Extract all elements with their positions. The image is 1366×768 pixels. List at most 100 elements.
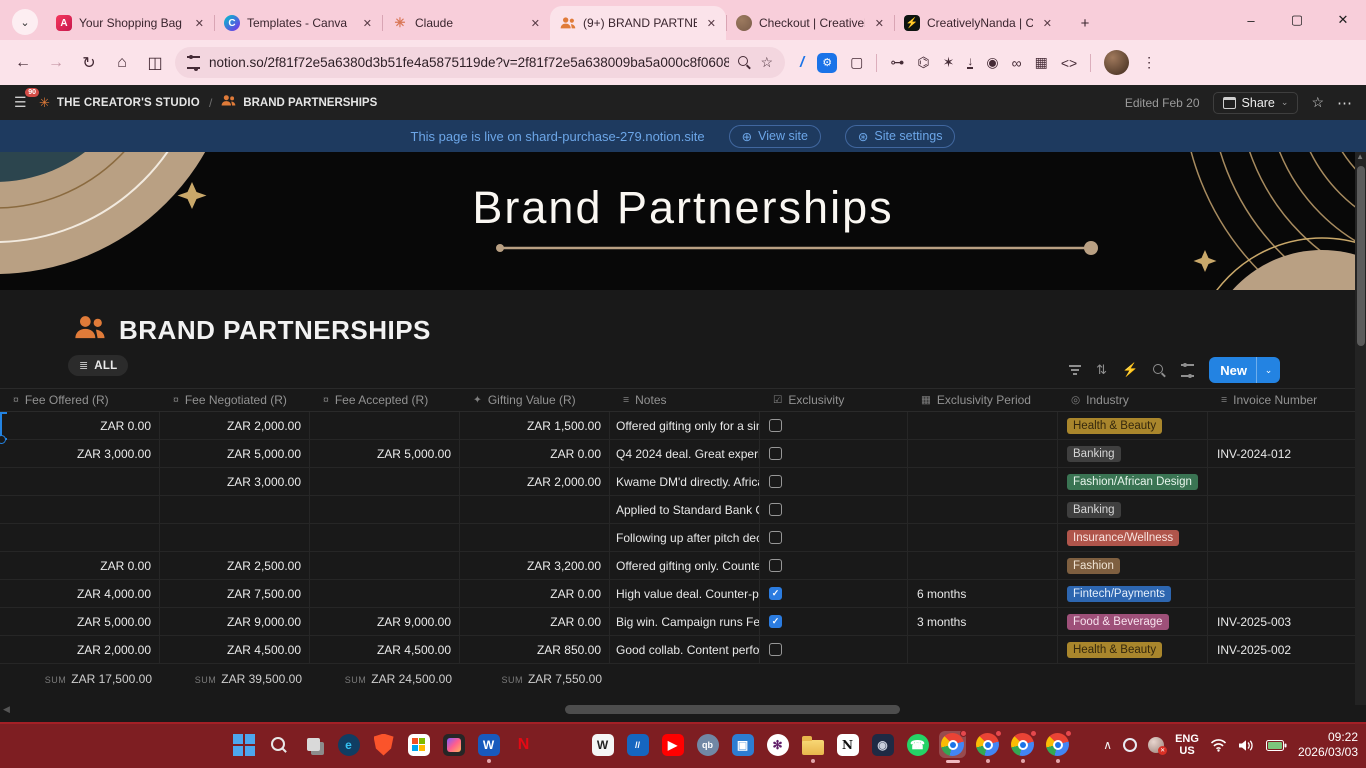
cell-fee-negotiated[interactable]: ZAR 5,000.00 [160, 440, 310, 467]
cell-fee-accepted[interactable] [310, 580, 460, 607]
start-button[interactable] [230, 731, 257, 758]
industry-tag[interactable]: Fashion [1067, 557, 1120, 574]
chrome-profile-3-icon[interactable] [1044, 730, 1072, 763]
cell-gifting[interactable]: ZAR 0.00 [460, 608, 610, 635]
site-settings-button[interactable]: ⊛ Site settings [844, 124, 956, 148]
home-button[interactable]: ⌂ [109, 54, 135, 72]
close-tab-icon[interactable]: ✕ [872, 16, 887, 31]
tab-templates-canva[interactable]: C Templates - Canva ✕ [214, 6, 382, 40]
close-button[interactable]: ✕ [1320, 0, 1366, 40]
minimize-button[interactable]: – [1228, 0, 1274, 40]
cell-exclusivity-period[interactable]: 3 months [908, 608, 1058, 635]
view-site-button[interactable]: ⊕ View site [728, 124, 821, 148]
browser-menu-icon[interactable]: ⋮ [1142, 54, 1156, 71]
cell-fee-offered[interactable]: ZAR 5,000.00 [0, 608, 160, 635]
cell-invoice-number[interactable]: INV-2025-002 [1208, 636, 1366, 663]
sum-cell[interactable]: SUM ZAR 17,500.00 [0, 672, 160, 696]
cell-notes[interactable]: Big win. Campaign runs Feb-Ap [610, 608, 760, 635]
cell-fee-negotiated[interactable]: ZAR 2,000.00 [160, 412, 310, 439]
filter-icon[interactable] [1068, 365, 1081, 375]
close-tab-icon[interactable]: ✕ [528, 16, 543, 31]
exclusivity-checkbox[interactable] [769, 447, 782, 460]
chrome-profile-2-icon[interactable] [1009, 730, 1037, 763]
cell-exclusivity[interactable] [760, 496, 908, 523]
cell-fee-negotiated[interactable]: ZAR 3,000.00 [160, 468, 310, 495]
breadcrumb-page[interactable]: BRAND PARTNERSHIPS [243, 97, 377, 109]
new-tab-button[interactable]: + [1072, 15, 1098, 32]
exclusivity-checkbox[interactable] [769, 643, 782, 656]
column-header[interactable]: ◎ Industry [1058, 389, 1208, 411]
cell-gifting[interactable] [460, 524, 610, 551]
gear-extension-icon[interactable]: ⚙ [817, 52, 838, 73]
sum-cell[interactable]: SUM ZAR 24,500.00 [310, 672, 460, 696]
cell-notes[interactable]: Offered gifting only for a single [610, 412, 760, 439]
battery-icon[interactable] [1265, 739, 1287, 751]
cell-exclusivity[interactable] [760, 412, 908, 439]
maximize-button[interactable]: ▢ [1274, 0, 1320, 40]
column-header[interactable]: ▦ Exclusivity Period [908, 389, 1058, 411]
search-lens-icon[interactable] [738, 56, 751, 69]
view-settings-icon[interactable] [1181, 362, 1195, 378]
sparkle-star-icon[interactable]: ✶ [943, 54, 955, 71]
cell-exclusivity[interactable] [760, 552, 908, 579]
cell-fee-accepted[interactable] [310, 552, 460, 579]
breadcrumb-workspace[interactable]: THE CREATOR'S STUDIO [57, 97, 200, 109]
cell-invoice-number[interactable] [1208, 496, 1366, 523]
column-header[interactable]: ☑ Exclusivity [760, 389, 908, 411]
cell-industry[interactable]: Insurance/Wellness [1058, 524, 1208, 551]
exclusivity-checkbox[interactable] [769, 419, 782, 432]
row-selection-caret[interactable] [0, 412, 7, 444]
link-icon[interactable]: ∞ [1012, 55, 1022, 71]
cell-gifting[interactable]: ZAR 1,500.00 [460, 412, 610, 439]
cell-fee-offered[interactable]: ZAR 0.00 [0, 552, 160, 579]
taskbar-clock[interactable]: 09:22 2026/03/03 [1298, 730, 1358, 760]
exclusivity-checkbox[interactable] [769, 559, 782, 572]
cell-industry[interactable]: Fashion/African Design [1058, 468, 1208, 495]
cell-exclusivity[interactable]: ✓ [760, 580, 908, 607]
view-tab-all[interactable]: ≣ ALL [68, 355, 129, 376]
favorite-star-icon[interactable]: ☆ [1311, 94, 1324, 111]
new-button-chevron-icon[interactable]: ⌄ [1256, 357, 1280, 383]
industry-tag[interactable]: Fintech/Payments [1067, 585, 1172, 602]
search-icon[interactable] [1153, 363, 1166, 377]
sidebar-toggle[interactable]: ☰ 90 [14, 87, 39, 112]
word-icon[interactable]: W [475, 731, 502, 763]
slashes-icon[interactable]: // [624, 731, 651, 758]
brave-icon[interactable] [370, 731, 397, 758]
cell-gifting[interactable] [460, 496, 610, 523]
netflix-icon[interactable]: N [510, 731, 537, 758]
tab-your-shopping-bag[interactable]: A Your Shopping Bag ✕ [46, 6, 214, 40]
exclusivity-checkbox[interactable] [769, 503, 782, 516]
cell-exclusivity-period[interactable] [908, 524, 1058, 551]
industry-tag[interactable]: Food & Beverage [1067, 613, 1169, 630]
gallery-icon[interactable]: ▣ [729, 731, 756, 758]
sum-cell[interactable]: SUM ZAR 7,550.00 [460, 672, 610, 696]
exclusivity-checkbox[interactable] [769, 475, 782, 488]
notion-app-icon[interactable]: N [834, 731, 861, 758]
close-tab-icon[interactable]: ✕ [360, 16, 375, 31]
cell-fee-accepted[interactable] [310, 524, 460, 551]
share-button[interactable]: Share ⌄ [1212, 91, 1299, 114]
cell-invoice-number[interactable] [1208, 552, 1366, 579]
workspace-logo-icon[interactable]: ✳ [39, 95, 50, 111]
cell-invoice-number[interactable] [1208, 524, 1366, 551]
industry-tag[interactable]: Banking [1067, 445, 1121, 462]
cell-exclusivity-period[interactable] [908, 552, 1058, 579]
cell-invoice-number[interactable]: INV-2024-012 [1208, 440, 1366, 467]
store-icon[interactable] [405, 731, 432, 758]
hscroll-left-arrow-icon[interactable]: ◀ [3, 704, 10, 715]
cell-fee-offered[interactable] [0, 524, 160, 551]
automation-bolt-icon[interactable]: ⚡ [1122, 362, 1138, 378]
file-explorer-icon[interactable] [799, 731, 826, 763]
whatsapp-icon[interactable]: ☎ [904, 731, 931, 758]
industry-tag[interactable]: Health & Beauty [1067, 641, 1163, 658]
cell-fee-negotiated[interactable] [160, 496, 310, 523]
screen-record-icon[interactable]: ◉ [986, 54, 998, 71]
bookmark-star-icon[interactable]: ☆ [760, 54, 773, 71]
tab-brand-partnerships[interactable]: (9+) BRAND PARTNE ✕ [550, 6, 726, 40]
cell-notes[interactable]: Following up after pitch deck se [610, 524, 760, 551]
column-header[interactable]: ✦ Gifting Value (R) [460, 389, 610, 411]
cell-fee-accepted[interactable] [310, 496, 460, 523]
exclusivity-checkbox[interactable] [769, 531, 782, 544]
column-header[interactable]: ¤ Fee Accepted (R) [310, 389, 460, 411]
